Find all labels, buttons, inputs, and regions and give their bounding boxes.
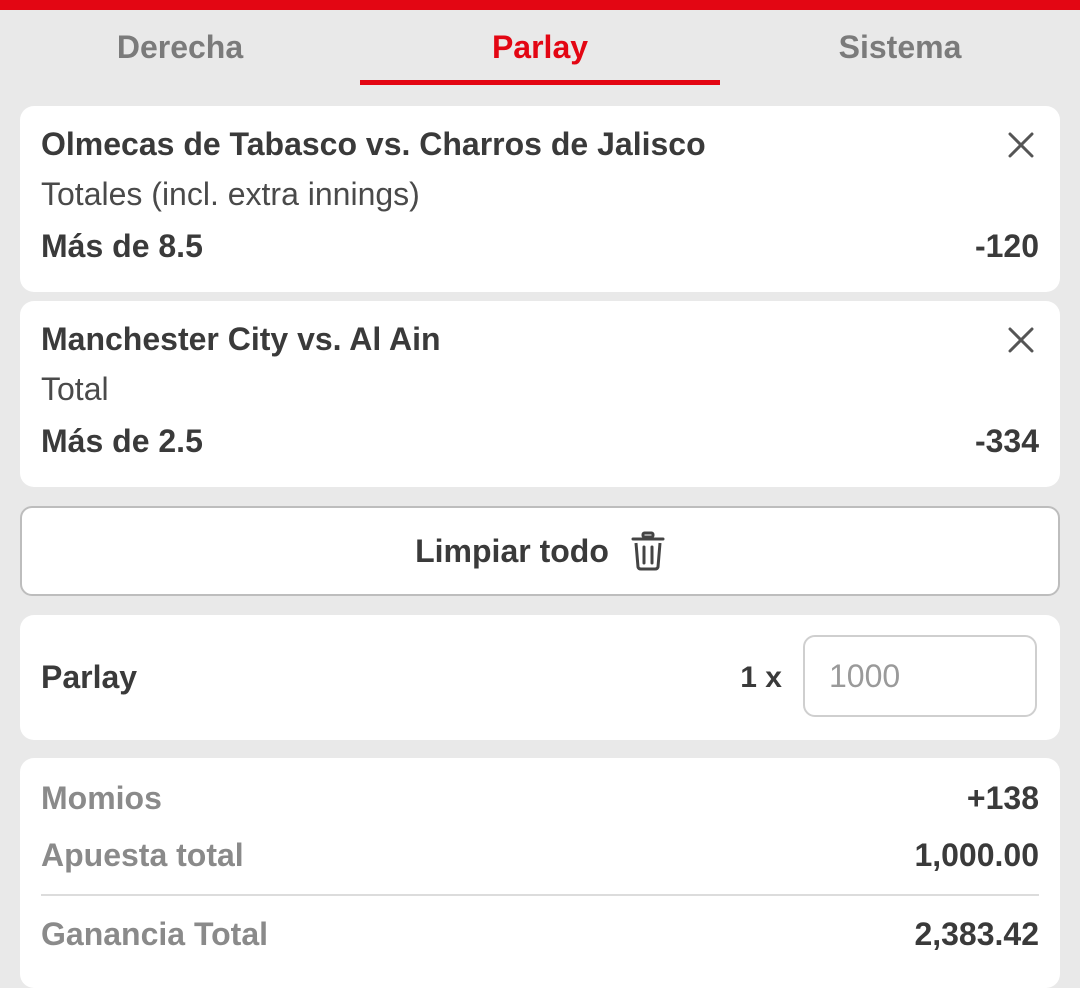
odds-value: +138 <box>966 780 1039 816</box>
bet-card: Olmecas de Tabasco vs. Charros de Jalisc… <box>20 106 1060 292</box>
bet-odds: -120 <box>974 228 1039 264</box>
tab-parlay[interactable]: Parlay <box>360 10 720 84</box>
close-icon[interactable] <box>1008 327 1034 353</box>
summary-divider <box>41 894 1039 896</box>
bet-event-title: Olmecas de Tabasco vs. Charros de Jalisc… <box>41 126 706 162</box>
stake-multiplier: 1 x <box>740 660 782 694</box>
trash-icon <box>631 531 665 571</box>
stake-total-label: Apuesta total <box>41 837 244 873</box>
top-accent-bar <box>0 0 1080 10</box>
total-winnings-label: Ganancia Total <box>41 916 269 952</box>
odds-label: Momios <box>41 780 162 816</box>
tab-derecha[interactable]: Derecha <box>0 10 360 84</box>
stake-input[interactable] <box>803 635 1037 717</box>
bet-event-title: Manchester City vs. Al Ain <box>41 321 441 357</box>
clear-all-button[interactable]: Limpiar todo <box>20 506 1060 596</box>
stake-total-value: 1,000.00 <box>914 837 1039 873</box>
active-tab-indicator <box>360 80 720 85</box>
bet-market: Total <box>41 371 109 407</box>
bet-summary-card: Momios +138 Apuesta total 1,000.00 Ganan… <box>20 758 1060 988</box>
total-winnings-value: 2,383.42 <box>914 916 1039 952</box>
bet-selection: Más de 2.5 <box>41 423 203 459</box>
bet-type-tabs: Derecha Parlay Sistema <box>0 10 1080 90</box>
close-icon[interactable] <box>1008 132 1034 158</box>
parlay-stake-card: Parlay 1 x <box>20 615 1060 740</box>
tab-sistema[interactable]: Sistema <box>720 10 1080 84</box>
clear-all-label: Limpiar todo <box>415 532 609 569</box>
bet-selection: Más de 8.5 <box>41 228 203 264</box>
bet-market: Totales (incl. extra innings) <box>41 176 420 212</box>
bet-odds: -334 <box>974 423 1039 459</box>
parlay-label: Parlay <box>41 659 138 695</box>
bet-card: Manchester City vs. Al Ain Total Más de … <box>20 301 1060 487</box>
